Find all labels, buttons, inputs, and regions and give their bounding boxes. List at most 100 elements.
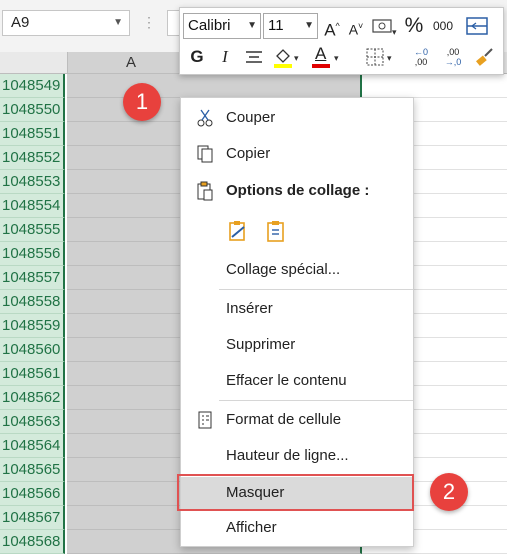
mini-toolbar: Calibri ▼ 11 ▼ A^ A˅ ▾ % 000 G I ▾ A ▾ ▾… — [179, 7, 504, 75]
more-dots-icon[interactable]: ⋮ — [142, 14, 156, 31]
row-header[interactable]: 1048560 — [0, 338, 65, 362]
menu-item-label: Effacer le contenu — [226, 372, 347, 389]
paste-icon[interactable] — [264, 219, 288, 243]
percent-icon[interactable]: % — [403, 13, 425, 39]
svg-text:▾: ▾ — [392, 27, 397, 37]
menu-item-paste-special[interactable]: Collage spécial... — [181, 254, 413, 286]
shrink-font-icon[interactable]: A˅ — [345, 13, 367, 39]
menu-separator — [219, 400, 413, 401]
thousands-separator-icon[interactable]: 000 — [428, 13, 458, 39]
cell[interactable] — [67, 482, 195, 506]
font-name-select[interactable]: Calibri ▼ — [183, 13, 261, 39]
chevron-down-icon: ▼ — [304, 20, 314, 31]
cell[interactable] — [362, 74, 507, 98]
font-name-value: Calibri — [188, 17, 231, 34]
menu-item-row-height[interactable]: Hauteur de ligne... — [181, 440, 413, 472]
row-header[interactable]: 1048551 — [0, 122, 65, 146]
fill-color-button[interactable]: ▾ — [270, 44, 302, 70]
cell[interactable] — [67, 386, 195, 410]
cell[interactable] — [67, 218, 195, 242]
align-center-icon[interactable] — [242, 44, 266, 70]
row-header[interactable]: 1048563 — [0, 410, 65, 434]
cell[interactable] — [67, 458, 195, 482]
column-header-a[interactable]: A — [67, 52, 195, 74]
row-header[interactable]: 1048564 — [0, 434, 65, 458]
cell[interactable] — [67, 530, 195, 554]
cell[interactable] — [67, 506, 195, 530]
menu-item-delete[interactable]: Supprimer — [181, 329, 413, 361]
svg-text:▾: ▾ — [334, 53, 339, 63]
row-header[interactable]: 1048556 — [0, 242, 65, 266]
row-header[interactable]: 1048566 — [0, 482, 65, 506]
paste-options-header: Options de collage : — [181, 175, 413, 207]
cell[interactable] — [195, 74, 362, 98]
row-header[interactable]: 1048557 — [0, 266, 65, 290]
row-header[interactable]: 1048568 — [0, 530, 65, 554]
row-header[interactable]: 1048550 — [0, 98, 65, 122]
format-cells-icon — [198, 411, 212, 429]
menu-item-copy[interactable]: Copier — [181, 138, 413, 170]
clipboard-icon — [197, 181, 213, 201]
cell[interactable] — [67, 338, 195, 362]
menu-item-format-cells[interactable]: Format de cellule — [181, 404, 413, 436]
row-header[interactable]: 1048558 — [0, 290, 65, 314]
menu-item-label: Format de cellule — [226, 411, 342, 428]
name-box-value: A9 — [11, 14, 30, 31]
scissors-icon — [197, 109, 213, 127]
menu-item-label: Hauteur de ligne... — [226, 447, 349, 464]
chevron-down-icon: ▼ — [247, 20, 257, 31]
row-header[interactable]: 1048554 — [0, 194, 65, 218]
cell[interactable] — [67, 266, 195, 290]
cell[interactable] — [67, 242, 195, 266]
font-color-button[interactable]: A ▾ — [306, 44, 346, 70]
font-size-select[interactable]: 11 ▼ — [263, 13, 318, 39]
cell[interactable] — [67, 290, 195, 314]
cell[interactable] — [67, 194, 195, 218]
fill-color-icon: ▾ — [274, 49, 299, 68]
increase-decimal-bottom: →,0 — [444, 57, 462, 67]
borders-icon: ▾ — [366, 48, 392, 66]
cell[interactable] — [67, 362, 195, 386]
row-header[interactable]: 1048562 — [0, 386, 65, 410]
chevron-down-icon[interactable]: ▼ — [113, 11, 123, 35]
bold-button[interactable]: G — [186, 44, 208, 70]
menu-item-label: Collage spécial... — [226, 261, 341, 278]
cell[interactable] — [67, 314, 195, 338]
decrease-decimal-button[interactable]: ←0 ,00 — [406, 44, 436, 70]
cell[interactable] — [67, 170, 195, 194]
row-header[interactable]: 1048553 — [0, 170, 65, 194]
align-lines — [246, 51, 262, 63]
row-header[interactable]: 1048565 — [0, 458, 65, 482]
format-painter-icon[interactable] — [470, 44, 498, 70]
row-header[interactable]: 1048555 — [0, 218, 65, 242]
menu-item-clear-contents[interactable]: Effacer le contenu — [181, 365, 413, 397]
step-badge-2: 2 — [430, 473, 468, 511]
cell[interactable] — [67, 122, 195, 146]
select-all-corner[interactable] — [0, 52, 67, 74]
decrease-decimal-top: ←0 — [413, 47, 428, 57]
row-header[interactable]: 1048552 — [0, 146, 65, 170]
row-header[interactable]: 1048567 — [0, 506, 65, 530]
currency-format-icon: ▾ — [372, 19, 397, 37]
row-header[interactable]: 1048561 — [0, 362, 65, 386]
menu-item-insert[interactable]: Insérer — [181, 293, 413, 325]
menu-item-unhide[interactable]: Afficher — [181, 512, 413, 544]
name-box[interactable]: A9 ▼ — [2, 10, 130, 36]
cell[interactable] — [67, 146, 195, 170]
menu-item-label: Afficher — [226, 519, 277, 536]
wrap-text-icon[interactable] — [462, 13, 492, 39]
paste-options-label: Options de collage : — [226, 182, 370, 199]
paste-formatting-icon[interactable] — [226, 219, 250, 243]
menu-item-cut[interactable]: Couper — [181, 102, 413, 134]
row-header[interactable]: 1048559 — [0, 314, 65, 338]
increase-decimal-top: ,00 — [446, 47, 460, 57]
number-format-icon[interactable]: ▾ — [370, 13, 400, 39]
font-size-value: 11 — [268, 17, 284, 34]
grow-font-icon[interactable]: A^ — [321, 13, 343, 40]
italic-button[interactable]: I — [214, 44, 236, 70]
borders-button[interactable]: ▾ — [363, 44, 397, 70]
cell[interactable] — [67, 410, 195, 434]
increase-decimal-button[interactable]: ,00 →,0 — [438, 44, 468, 70]
row-header[interactable]: 1048549 — [0, 74, 65, 98]
cell[interactable] — [67, 434, 195, 458]
